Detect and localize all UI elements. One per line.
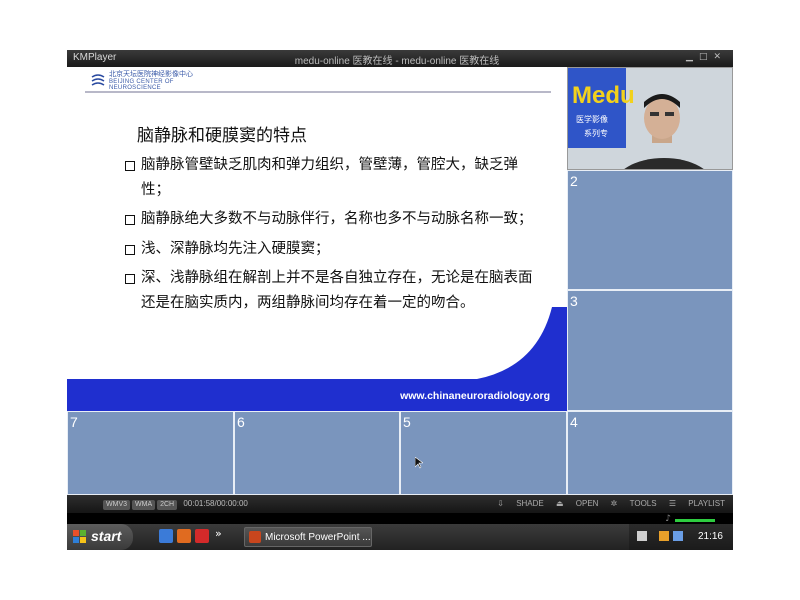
minimize-icon[interactable]: ▁	[686, 52, 699, 62]
playlist-button[interactable]: ☰ PLAYLIST	[669, 499, 725, 508]
mouse-cursor-icon	[415, 457, 423, 469]
player-titlebar[interactable]: KMPlayer medu-online 医教在线 - medu-online …	[67, 50, 733, 67]
shade-button[interactable]: ⇩ SHADE	[497, 499, 544, 508]
player-menu: ⇩ SHADE ⏏ OPEN ✲ TOOLS ☰ PLAYLIST	[487, 499, 725, 508]
audio-codec-badge: WMA	[132, 500, 156, 510]
footer-url: www.chinaneuroradiology.org	[400, 390, 550, 402]
maximize-icon[interactable]: □	[699, 52, 714, 62]
grid-cell[interactable]: 4	[567, 411, 733, 495]
grid-cell[interactable]: 6	[234, 411, 400, 495]
svg-text:医学影像: 医学影像	[576, 114, 608, 124]
tools-button[interactable]: ✲ TOOLS	[611, 499, 657, 508]
playback-time: 00:01:58/00:00:00	[183, 499, 248, 508]
presenter-video: Medu 医学影像 系列专	[568, 68, 732, 169]
cell-number: 2	[570, 173, 578, 189]
speaker-icon[interactable]: ♪	[665, 514, 671, 524]
quick-launch-overflow[interactable]: »	[215, 527, 222, 540]
webcam-feed: Medu 医学影像 系列专	[567, 67, 733, 170]
cell-number: 7	[70, 414, 78, 430]
bullet-item: 浅、深静脉均先注入硬膜窦；	[125, 237, 545, 262]
windows-logo-icon	[73, 530, 86, 543]
window-title: medu-online 医教在线 - medu-online 医教在线	[294, 56, 500, 67]
slide-title: 脑静脉和硬膜窦的特点	[137, 126, 307, 146]
grid-cell[interactable]: 5	[400, 411, 567, 495]
app-name: KMPlayer	[73, 52, 117, 63]
taskbar-button-powerpoint[interactable]: Microsoft PowerPoint ...	[244, 527, 372, 547]
header-divider	[85, 91, 551, 93]
bullet-list: 脑静脉管壁缺乏肌肉和弹力组织，管壁薄，管腔大，缺乏弹性； 脑静脉绝大多数不与动脉…	[125, 153, 545, 320]
channel-badge: 2CH	[157, 500, 178, 510]
video-codec-badge: WMV3	[103, 500, 130, 510]
cell-number: 4	[570, 414, 578, 430]
logo-line-2: BEIJING CENTER OF NEUROSCIENCE	[109, 79, 174, 91]
taskbar-clock: 21:16	[697, 531, 723, 542]
bullet-item: 脑静脉绝大多数不与动脉伴行，名称也多不与动脉名称一致；	[125, 207, 545, 232]
cell-number: 3	[570, 293, 578, 309]
video-area[interactable]: 北京天坛医院神经影像中心 BEIJING CENTER OF NEUROSCIE…	[67, 67, 733, 545]
powerpoint-icon	[249, 531, 261, 543]
checkbox-bullet-icon	[125, 215, 135, 225]
app-icon[interactable]	[177, 529, 191, 543]
cell-number: 5	[403, 414, 411, 430]
logo-line-1: 北京天坛医院神经影像中心	[109, 71, 193, 78]
grid-cell[interactable]: 7	[67, 411, 234, 495]
tray-network-icon[interactable]	[659, 531, 669, 541]
open-button[interactable]: ⏏ OPEN	[556, 499, 598, 508]
presentation-slide: 北京天坛医院神经影像中心 BEIJING CENTER OF NEUROSCIE…	[67, 67, 567, 411]
checkbox-bullet-icon	[125, 244, 135, 255]
start-button[interactable]: start	[67, 524, 133, 550]
bullet-item: 脑静脉管壁缺乏肌肉和弹力组织，管壁薄，管腔大，缺乏弹性；	[125, 153, 545, 202]
svg-text:系列专: 系列专	[584, 128, 608, 138]
checkbox-bullet-icon	[125, 161, 135, 171]
windows-taskbar: start » Microsoft PowerPoint ... 21:16	[67, 524, 733, 550]
codec-info: WMV3 WMA 2CH 00:01:58/00:00:00	[103, 499, 248, 510]
grid-cell[interactable]: 3	[567, 290, 733, 411]
window-buttons[interactable]: ▁□✕	[686, 52, 727, 62]
system-tray: 21:16	[629, 524, 733, 550]
svg-text:Medu: Medu	[572, 82, 635, 109]
browser-icon[interactable]	[159, 529, 173, 543]
cell-number: 6	[237, 414, 245, 430]
volume-slider[interactable]	[675, 519, 715, 522]
grid-cell[interactable]: 2	[567, 170, 733, 290]
tray-keyboard-icon[interactable]	[637, 531, 647, 541]
media-icon[interactable]	[195, 529, 209, 543]
logo-icon	[91, 74, 105, 86]
checkbox-bullet-icon	[125, 274, 135, 284]
tray-volume-icon[interactable]	[673, 531, 683, 541]
institution-logo: 北京天坛医院神经影像中心 BEIJING CENTER OF NEUROSCIE…	[85, 69, 225, 91]
close-icon[interactable]: ✕	[713, 52, 727, 62]
playback-controls: WMV3 WMA 2CH 00:01:58/00:00:00 ⇩ SHADE ⏏ O…	[67, 495, 733, 513]
quick-launch: »	[159, 527, 222, 545]
media-player-window: KMPlayer medu-online 医教在线 - medu-online …	[67, 50, 733, 550]
